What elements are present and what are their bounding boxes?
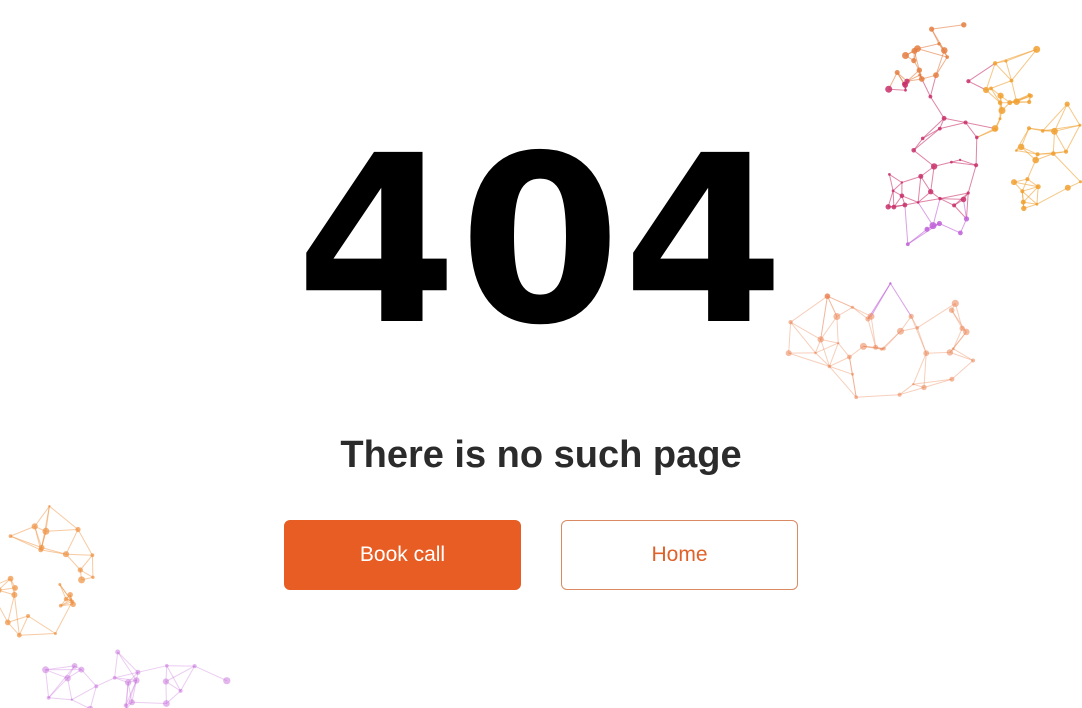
network-mesh-decoration	[0, 505, 231, 708]
book-call-button[interactable]: Book call	[284, 520, 521, 590]
error-message: There is no such page	[340, 434, 742, 476]
error-code: 404	[295, 106, 787, 376]
error-page: 404 There is no such page Book call Home	[0, 0, 1082, 708]
home-button[interactable]: Home	[561, 520, 798, 590]
